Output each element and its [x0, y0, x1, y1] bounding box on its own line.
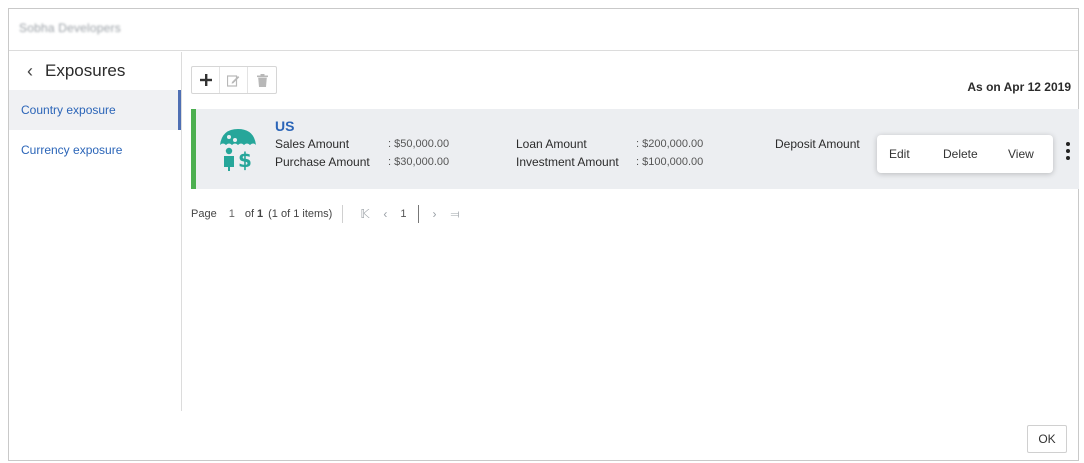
sales-amount-value: : $50,000.00 [388, 138, 450, 150]
context-menu-delete[interactable]: Delete [943, 147, 978, 161]
investment-amount-value: : $100,000.00 [636, 156, 704, 168]
of-label: of [244, 208, 255, 220]
loan-amount-label: Loan Amount [516, 137, 587, 151]
deposit-amount-label: Deposit Amount [775, 137, 860, 151]
as-on-date: As on Apr 12 2019 [967, 80, 1071, 94]
title-bar: Sobha Developers [9, 9, 1078, 51]
first-page-icon[interactable]: 𝕂 [360, 207, 369, 221]
svg-text:$: $ [238, 148, 252, 171]
sidebar-header: ‹ Exposures [9, 52, 181, 90]
sidebar-item-label: Currency exposure [21, 143, 123, 157]
toolbar [191, 66, 277, 94]
context-menu-edit[interactable]: Edit [889, 147, 910, 161]
add-button[interactable] [192, 67, 220, 93]
sidebar-item-currency-exposure[interactable]: Currency exposure [9, 130, 181, 170]
plus-icon [199, 74, 212, 86]
context-menu: Edit Delete View [877, 135, 1053, 173]
loan-amount-value: : $200,000.00 [636, 138, 704, 150]
last-page-icon[interactable]: ⫤ [450, 207, 459, 222]
sidebar-item-country-exposure[interactable]: Country exposure [9, 90, 181, 130]
next-page-icon[interactable]: › [432, 207, 436, 221]
trash-icon [256, 73, 268, 87]
edit-icon [227, 74, 240, 87]
purchase-amount-label: Purchase Amount [275, 155, 370, 169]
current-page: 1 [228, 208, 235, 220]
divider [342, 205, 344, 223]
ok-button[interactable]: OK [1027, 425, 1067, 453]
page-number[interactable]: 1 [400, 208, 406, 220]
delete-button[interactable] [248, 67, 276, 93]
edit-button[interactable] [220, 67, 248, 93]
divider [418, 205, 420, 223]
window-title: Sobha Developers [19, 21, 121, 35]
sidebar-title: Exposures [45, 61, 126, 80]
investment-amount-label: Investment Amount [516, 155, 619, 169]
sales-amount-label: Sales Amount [275, 137, 350, 151]
total-pages: 1 [257, 208, 264, 220]
sidebar-item-label: Country exposure [21, 103, 116, 117]
more-options-icon[interactable] [1064, 140, 1072, 162]
previous-page-icon[interactable]: ‹ [383, 207, 387, 221]
context-menu-view[interactable]: View [1008, 147, 1034, 161]
record-title: US [275, 118, 295, 134]
page-label: Page [191, 208, 217, 220]
chevron-left-icon[interactable]: ‹ [27, 61, 33, 82]
umbrella-dollar-icon: $ [218, 127, 258, 172]
sidebar: ‹ Exposures Country exposure Currency ex… [9, 52, 182, 411]
pagination: Page 1 of 1 (1 of 1 items) 𝕂 ‹ 1 › ⫤ [191, 202, 467, 226]
purchase-amount-value: : $30,000.00 [388, 156, 450, 168]
items-info: (1 of 1 items) [268, 208, 333, 220]
main-content: As on Apr 12 2019 $ US Sales Amount : $5… [183, 52, 1079, 411]
dialog-window: Sobha Developers ‹ Exposures Country exp… [8, 8, 1079, 461]
